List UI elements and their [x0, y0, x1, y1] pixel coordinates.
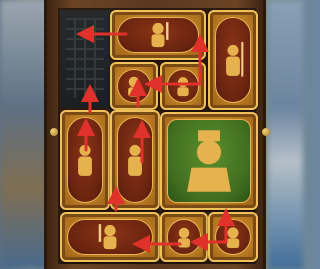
general-cao-cao-icon: [176, 123, 242, 198]
tile-soldier-small-2[interactable]: [160, 62, 206, 110]
exit-gate: [60, 10, 110, 108]
tile-soldier-horizontal-top[interactable]: [110, 10, 206, 60]
soldier-icon: [219, 221, 247, 253]
soldier-icon: [171, 221, 197, 253]
soldier-icon: [170, 71, 195, 102]
tile-soldier-small-4[interactable]: [208, 212, 258, 262]
soldier-with-sword-icon: [130, 19, 185, 51]
soldier-icon: [71, 126, 99, 193]
frame-knob-left: [50, 128, 58, 136]
soldier-icon: [121, 71, 147, 102]
tile-soldier-horizontal-bottom[interactable]: [60, 212, 160, 262]
blurred-background-right: [268, 0, 303, 269]
blurred-background-left: [0, 0, 50, 269]
tile-general-big[interactable]: [160, 112, 258, 210]
tile-soldier-vertical-center[interactable]: [110, 110, 160, 210]
frame-knob-right: [262, 128, 270, 136]
soldier-icon: [121, 126, 149, 193]
tile-soldier-small-3[interactable]: [160, 212, 208, 262]
soldier-with-spear-icon: [219, 26, 247, 93]
portcullis-icon: [66, 18, 104, 98]
tile-soldier-vertical-left[interactable]: [60, 110, 110, 210]
soldier-with-sword-icon: [81, 221, 139, 253]
tile-soldier-small-1[interactable]: [110, 62, 158, 110]
tile-soldier-vertical-top-right[interactable]: [208, 10, 258, 110]
